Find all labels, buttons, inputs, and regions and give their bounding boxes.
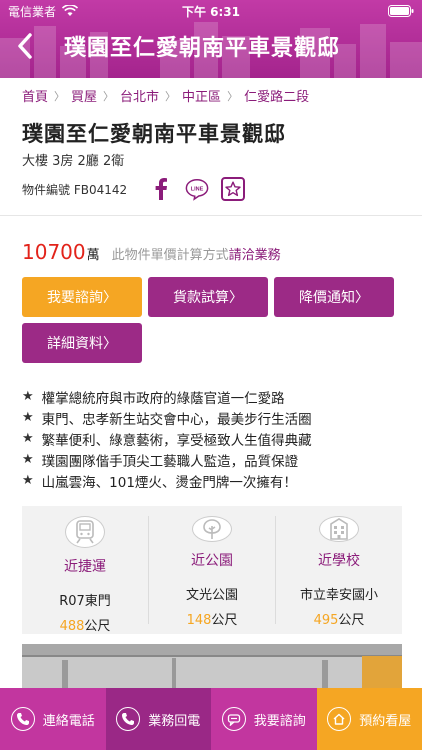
- callback-button[interactable]: 業務回電: [105, 688, 211, 750]
- feature-item: ★ 權掌總統府與市政府的綠蔭官道一仁愛路: [22, 386, 312, 407]
- breadcrumb-separator: 〉: [165, 89, 177, 103]
- breadcrumb-separator: 〉: [227, 89, 239, 103]
- section-divider: [0, 215, 422, 216]
- feature-list: ★ 權掌總統府與市政府的綠蔭官道一仁愛路 ★ 東門、忠孝新生站交會中心，最美步行生活…: [22, 386, 312, 491]
- poi-name: 文光公園: [185, 588, 238, 603]
- price-unit: 萬: [86, 248, 100, 263]
- feature-text: 繁華便利、綠意藝術，享受極致人生值得典藏: [41, 432, 312, 449]
- facebook-icon[interactable]: [149, 177, 173, 201]
- contact-sales-link[interactable]: 請洽業務: [229, 244, 281, 263]
- poi-label: 近公園: [191, 553, 233, 569]
- feature-item: ★ 璞園團隊偕手頂尖工藝職人監造，品質保證: [22, 449, 312, 470]
- chevron-left-icon: [18, 33, 32, 59]
- breadcrumb-road[interactable]: 仁愛路二段: [244, 86, 309, 105]
- poi-park[interactable]: 近公園 文光公園 148公尺: [148, 516, 275, 628]
- price-alert-button[interactable]: 降價通知〉: [274, 277, 394, 317]
- star-icon: ★: [22, 431, 34, 446]
- star-icon: ★: [22, 452, 34, 467]
- breadcrumb: 首頁 〉 買屋 〉 台北市 〉 中正區 〉 仁愛路二段: [22, 86, 309, 106]
- loan-calc-button[interactable]: 貨款試算〉: [148, 277, 268, 317]
- train-icon: [65, 516, 105, 548]
- feature-item: ★ 東門、忠孝新生站交會中心，最美步行生活圈: [22, 407, 312, 428]
- breadcrumb-city[interactable]: 台北市: [120, 86, 159, 105]
- photo-placeholder: [22, 644, 402, 694]
- consult-button[interactable]: 我要諮詢〉: [22, 277, 142, 317]
- details-button[interactable]: 詳細資料〉: [22, 323, 142, 363]
- breadcrumb-district[interactable]: 中正區: [182, 86, 221, 105]
- star-icon: ★: [22, 473, 34, 488]
- status-bar: 電信業者 下午 6:31: [0, 0, 422, 22]
- callback-label: 業務回電: [148, 713, 201, 729]
- poi-school[interactable]: 近學校 市立幸安國小 495公尺: [275, 516, 402, 628]
- svg-text:LINE: LINE: [191, 186, 204, 192]
- poi-distance: 148公尺: [186, 613, 238, 628]
- poi-label: 近學校: [318, 553, 360, 569]
- feature-text: 山嵐雲海、101煙火、燙金門牌一次擁有！: [41, 474, 297, 491]
- poi-distance: 495公尺: [313, 613, 365, 628]
- phone-icon: [10, 707, 35, 731]
- price-value: 10700: [22, 240, 86, 264]
- back-button[interactable]: [0, 22, 50, 70]
- book-label: 預約看屋: [359, 713, 412, 729]
- listing-id-row: 物件編號 FB04142 LINE: [22, 174, 402, 204]
- breadcrumb-buy[interactable]: 買屋: [71, 86, 97, 105]
- poi-distance: 488公尺: [59, 619, 111, 634]
- feature-text: 東門、忠孝新生站交會中心，最美步行生活圈: [41, 411, 312, 428]
- chat-icon: [221, 707, 246, 731]
- price-row: 10700 萬 此物件單價計算方式 請洽業務: [22, 240, 281, 264]
- share-group: LINE: [149, 177, 246, 201]
- status-time: 下午 6:31: [181, 4, 241, 19]
- bottom-action-bar: 連絡電話 業務回電 我要諮詢 預約看屋: [0, 688, 422, 750]
- consult-label: 我要諮詢: [253, 713, 306, 729]
- call-label: 連絡電話: [42, 713, 95, 729]
- object-id: 物件編號 FB04142: [22, 182, 128, 197]
- poi-name: 市立幸安國小: [299, 588, 378, 603]
- house-icon: [327, 707, 352, 731]
- price-note: 此物件單價計算方式: [111, 248, 229, 263]
- favorite-star-icon[interactable]: [221, 177, 246, 201]
- nearby-poi-panel: 近捷運 R07東門 488公尺 近公園 文光公園 148公尺 近學校 市立幸安國…: [22, 506, 402, 634]
- page-title: 璞園至仁愛朝南平車景觀邸: [64, 36, 341, 61]
- feature-text: 權掌總統府與市政府的綠蔭官道一仁愛路: [41, 390, 285, 407]
- poi-mrt[interactable]: 近捷運 R07東門 488公尺: [22, 506, 148, 634]
- star-icon: ★: [22, 389, 34, 404]
- feature-item: ★ 山嵐雲海、101煙火、燙金門牌一次擁有！: [22, 470, 312, 491]
- tree-icon: [192, 516, 232, 542]
- listing-layout: 大樓 3房 2廳 2衛: [22, 154, 125, 169]
- feature-item: ★ 繁華便利、綠意藝術，享受極致人生值得典藏: [22, 428, 312, 449]
- consult-chat-button[interactable]: 我要諮詢: [211, 688, 317, 750]
- star-icon: ★: [22, 410, 34, 425]
- nav-bar: 璞園至仁愛朝南平車景觀邸: [0, 22, 422, 70]
- school-icon: [319, 516, 359, 542]
- book-viewing-button[interactable]: 預約看屋: [316, 688, 422, 750]
- breadcrumb-separator: 〉: [54, 89, 66, 103]
- listing-title: 璞園至仁愛朝南平車景觀邸: [22, 122, 286, 146]
- property-photo[interactable]: [22, 644, 402, 694]
- breadcrumb-separator: 〉: [103, 89, 115, 103]
- phone-callback-icon: [116, 707, 141, 731]
- poi-name: R07東門: [59, 594, 111, 609]
- header-bar: 電信業者 下午 6:31 璞園至仁愛朝南平車景觀邸: [0, 0, 422, 78]
- feature-text: 璞園團隊偕手頂尖工藝職人監造，品質保證: [41, 453, 299, 470]
- call-button[interactable]: 連絡電話: [0, 688, 106, 750]
- line-icon[interactable]: LINE: [185, 177, 209, 201]
- poi-label: 近捷運: [64, 559, 106, 575]
- breadcrumb-home[interactable]: 首頁: [22, 86, 48, 105]
